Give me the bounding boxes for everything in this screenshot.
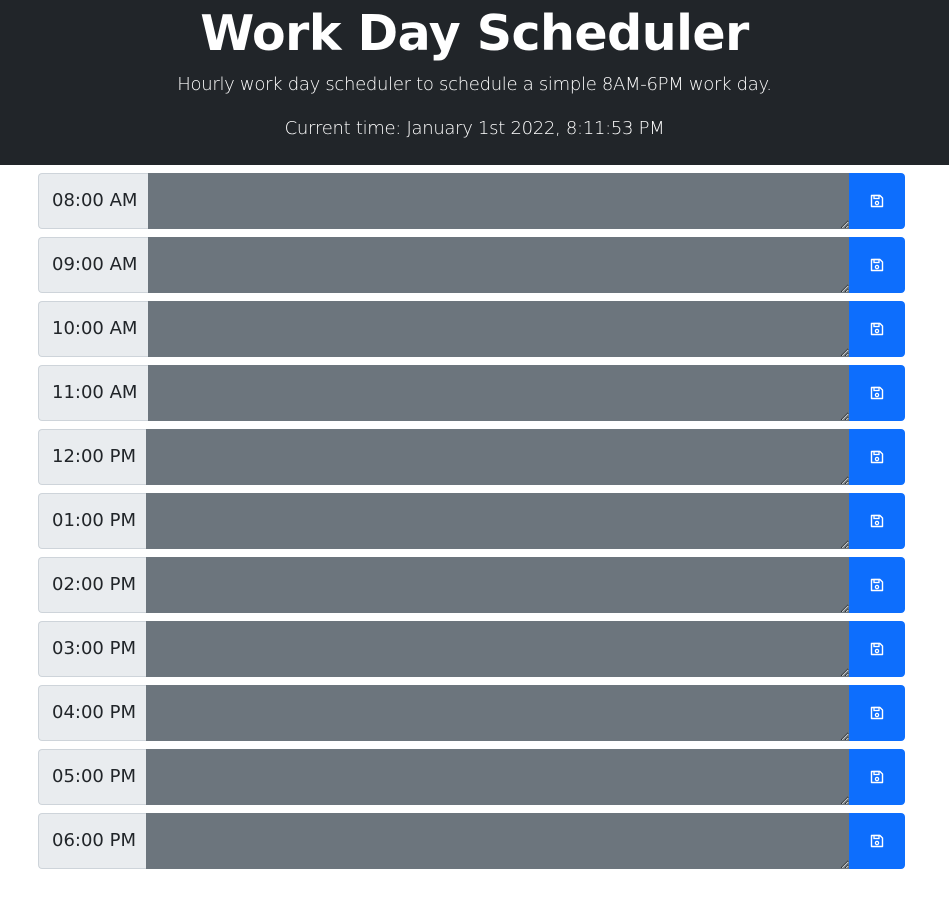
save-button[interactable] [849, 749, 905, 805]
floppy-disk-icon [870, 450, 884, 464]
save-button[interactable] [849, 685, 905, 741]
task-input[interactable] [148, 301, 849, 357]
hour-label: 04:00 PM [38, 685, 146, 741]
task-input[interactable] [148, 365, 849, 421]
floppy-disk-icon [870, 770, 884, 784]
time-block-row: 09:00 AM [38, 237, 905, 293]
floppy-disk-icon [870, 706, 884, 720]
time-block-row: 01:00 PM [38, 493, 905, 549]
hour-label: 02:00 PM [38, 557, 146, 613]
hour-label: 03:00 PM [38, 621, 146, 677]
task-input[interactable] [146, 493, 849, 549]
floppy-disk-icon [870, 258, 884, 272]
floppy-disk-icon [870, 322, 884, 336]
save-button[interactable] [849, 301, 905, 357]
page-title: Work Day Scheduler [200, 5, 749, 62]
schedule-container: 08:00 AM 09:00 AM 10:00 AM 11:00 AM 12:0… [38, 173, 905, 869]
time-block-row: 08:00 AM [38, 173, 905, 229]
task-input[interactable] [148, 173, 849, 229]
hour-label: 05:00 PM [38, 749, 146, 805]
task-input[interactable] [146, 621, 849, 677]
time-block-row: 04:00 PM [38, 685, 905, 741]
save-button[interactable] [849, 493, 905, 549]
hour-label: 09:00 AM [38, 237, 148, 293]
time-block-row: 06:00 PM [38, 813, 905, 869]
floppy-disk-icon [870, 514, 884, 528]
task-input[interactable] [146, 557, 849, 613]
save-button[interactable] [849, 813, 905, 869]
floppy-disk-icon [870, 386, 884, 400]
hour-label: 12:00 PM [38, 429, 146, 485]
save-button[interactable] [849, 173, 905, 229]
time-block-row: 10:00 AM [38, 301, 905, 357]
save-button[interactable] [849, 237, 905, 293]
time-block-row: 05:00 PM [38, 749, 905, 805]
time-block-row: 02:00 PM [38, 557, 905, 613]
hour-label: 06:00 PM [38, 813, 146, 869]
time-block-row: 12:00 PM [38, 429, 905, 485]
save-button[interactable] [849, 557, 905, 613]
current-time: Current time: January 1st 2022, 8:11:53 … [284, 118, 665, 139]
task-input[interactable] [146, 749, 849, 805]
hour-label: 08:00 AM [38, 173, 148, 229]
floppy-disk-icon [870, 194, 884, 208]
time-block-row: 11:00 AM [38, 365, 905, 421]
floppy-disk-icon [870, 834, 884, 848]
page-header: Work Day Scheduler Hourly work day sched… [0, 0, 949, 165]
hour-label: 10:00 AM [38, 301, 148, 357]
floppy-disk-icon [870, 578, 884, 592]
hour-label: 01:00 PM [38, 493, 146, 549]
save-button[interactable] [849, 621, 905, 677]
floppy-disk-icon [870, 642, 884, 656]
hour-label: 11:00 AM [38, 365, 148, 421]
page-subtitle: Hourly work day scheduler to schedule a … [177, 74, 772, 95]
save-button[interactable] [849, 365, 905, 421]
task-input[interactable] [146, 685, 849, 741]
task-input[interactable] [148, 237, 849, 293]
time-block-row: 03:00 PM [38, 621, 905, 677]
task-input[interactable] [146, 813, 849, 869]
task-input[interactable] [146, 429, 849, 485]
save-button[interactable] [849, 429, 905, 485]
